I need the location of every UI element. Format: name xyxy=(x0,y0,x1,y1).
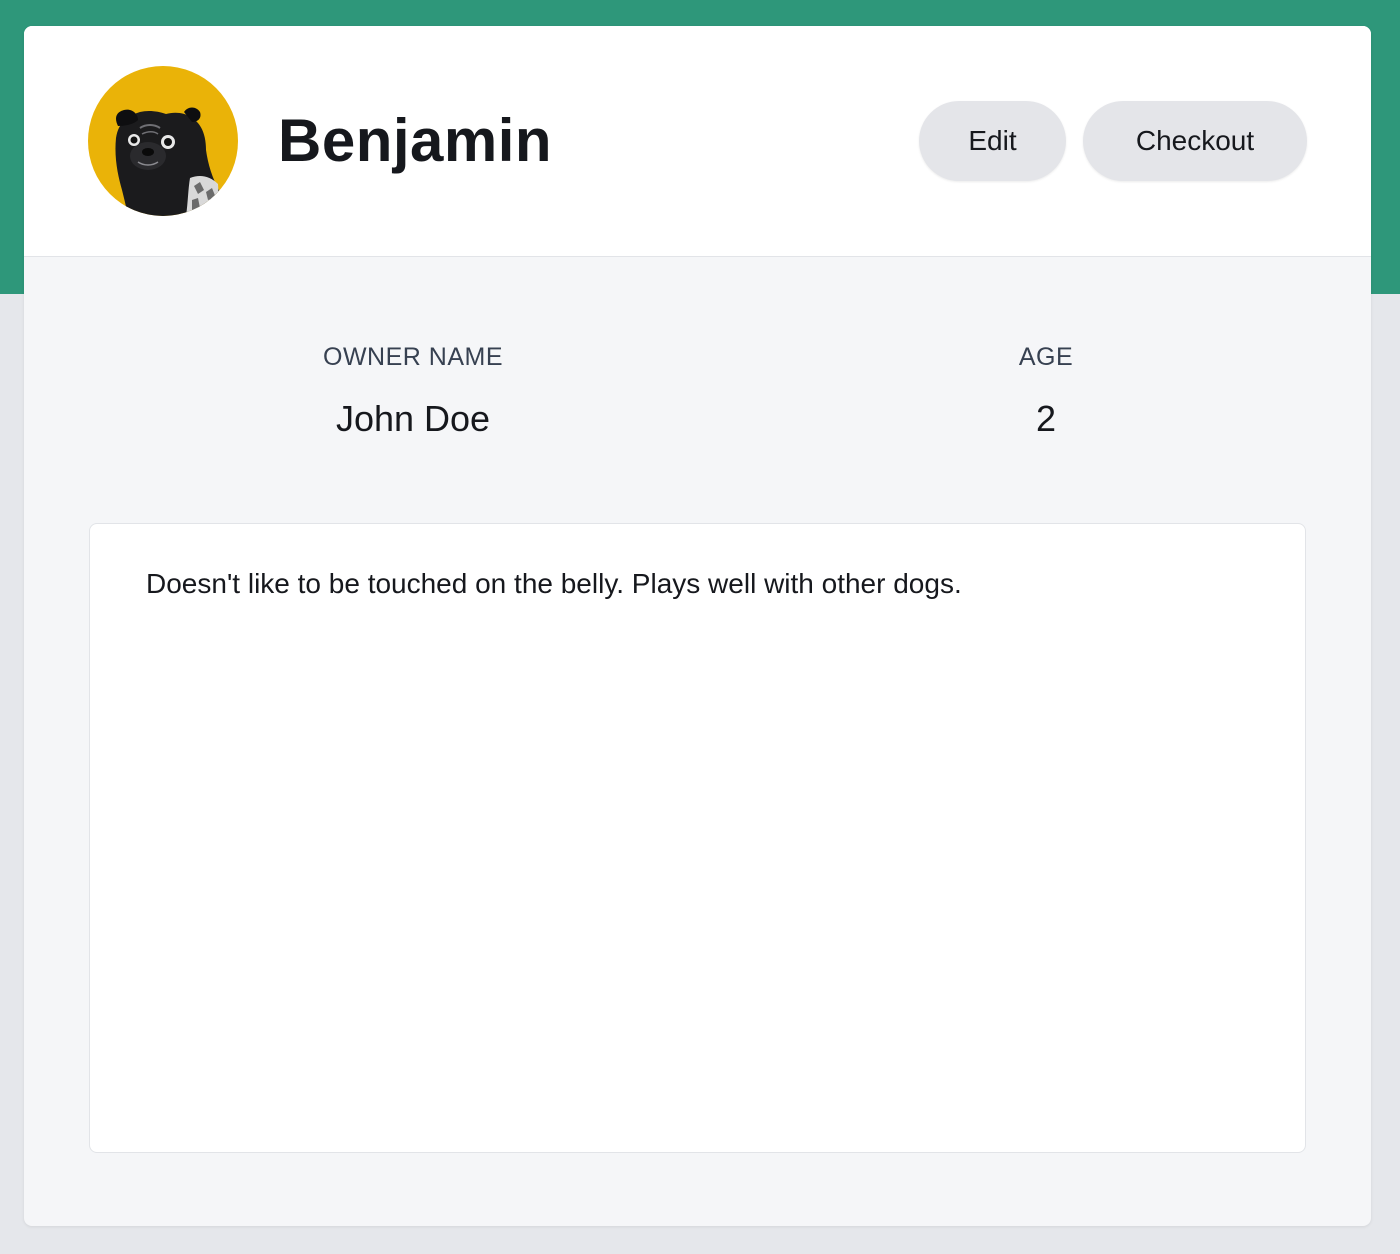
owner-name-label: OWNER NAME xyxy=(323,343,503,371)
pet-avatar xyxy=(88,66,238,216)
edit-button[interactable]: Edit xyxy=(919,101,1066,181)
age-stat: AGE 2 xyxy=(846,342,1246,440)
owner-name-value: John Doe xyxy=(335,398,491,439)
owner-stat: OWNER NAME John Doe xyxy=(213,342,613,440)
age-label: AGE xyxy=(1018,343,1074,371)
pet-details: OWNER NAME John Doe AGE 2 xyxy=(24,257,1371,507)
age-value: 2 xyxy=(1035,398,1057,439)
profile-header: Benjamin Edit Checkout xyxy=(24,26,1371,257)
pet-profile-card: Benjamin Edit Checkout OWNER NAME John D… xyxy=(24,26,1371,1226)
pet-name: Benjamin xyxy=(278,107,553,174)
header-actions: Edit Checkout xyxy=(919,101,1307,181)
checkout-button[interactable]: Checkout xyxy=(1083,101,1307,181)
notes-text: Doesn't like to be touched on the belly.… xyxy=(146,568,962,599)
pug-photo-icon xyxy=(115,107,220,216)
notes-panel: Doesn't like to be touched on the belly.… xyxy=(89,523,1306,1153)
